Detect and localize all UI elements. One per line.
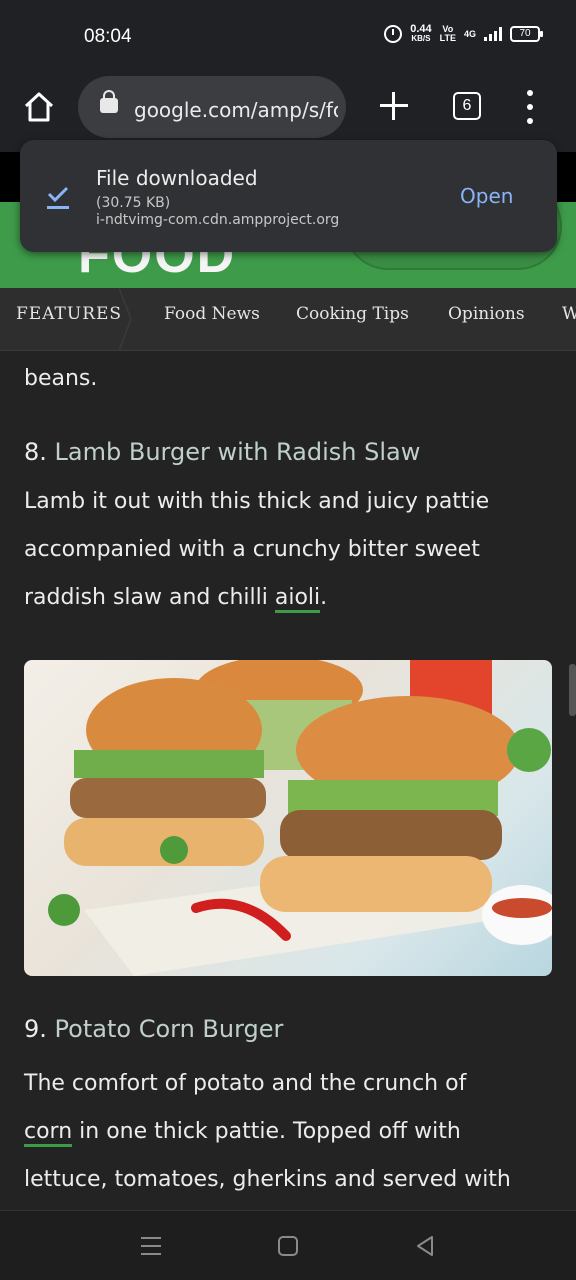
item-9-number: 9. bbox=[24, 1015, 47, 1043]
network-speed-value: 0.44 bbox=[410, 23, 432, 35]
tab-switcher-button[interactable]: 6 bbox=[453, 92, 481, 120]
download-complete-icon bbox=[47, 186, 69, 209]
new-tab-button[interactable] bbox=[378, 90, 410, 122]
article-text-tail: beans. bbox=[24, 366, 98, 391]
lock-icon bbox=[100, 90, 118, 113]
item-8-number: 8. bbox=[24, 438, 47, 466]
corn-link[interactable]: corn bbox=[24, 1119, 73, 1147]
item-9-title: Potato Corn Burger bbox=[54, 1015, 284, 1043]
item-9-description: The comfort of potato and the crunch of … bbox=[24, 1060, 552, 1204]
nav-separator bbox=[118, 288, 132, 351]
status-icons: 0.44 KB/S Vo LTE 4G 70 bbox=[384, 24, 543, 44]
alarm-icon bbox=[384, 25, 403, 43]
item-8-body: Lamb it out with this thick and juicy pa… bbox=[24, 489, 490, 610]
article-body-continued: 9. Potato Corn Burger The comfort of pot… bbox=[24, 1004, 552, 1204]
article-body: beans. 8. Lamb Burger with Radish Slaw L… bbox=[24, 352, 552, 622]
category-nav: FEATURES Food News Cooking Tips Opinions… bbox=[0, 288, 576, 351]
burger-illustration bbox=[48, 660, 552, 976]
home-button[interactable] bbox=[22, 90, 56, 124]
nav-item-cooking-tips[interactable]: Cooking Tips bbox=[296, 304, 409, 324]
network-type: 4G bbox=[463, 29, 476, 39]
back-button[interactable] bbox=[414, 1235, 436, 1257]
item-9-heading: 9. Potato Corn Burger bbox=[24, 1004, 552, 1060]
toast-file-host: i-ndtvimg-com.cdn.ampproject.org bbox=[96, 212, 340, 228]
more-menu-button[interactable] bbox=[522, 90, 538, 124]
network-speed-unit: KB/S bbox=[411, 34, 431, 43]
home-nav-button[interactable] bbox=[278, 1236, 298, 1256]
item-9-line-3: lettuce, tomatoes, gherkins and served w… bbox=[24, 1167, 511, 1192]
volte-bottom: LTE bbox=[439, 33, 456, 43]
aioli-link[interactable]: aioli bbox=[274, 585, 321, 613]
item-8-title: Lamb Burger with Radish Slaw bbox=[54, 438, 421, 466]
volte-indicator: Vo LTE bbox=[440, 25, 456, 43]
signal-icon bbox=[484, 27, 502, 41]
nav-item-opinions[interactable]: Opinions bbox=[448, 304, 525, 324]
recents-button[interactable] bbox=[141, 1237, 161, 1255]
battery-icon: 70 bbox=[510, 26, 543, 42]
toast-title: File downloaded bbox=[96, 166, 258, 190]
page-scrollbar[interactable] bbox=[569, 664, 576, 716]
toast-file-size: (30.75 KB) bbox=[96, 195, 171, 211]
url-text[interactable]: google.com/amp/s/food.ndtv.com bbox=[134, 98, 338, 122]
item-8-body-end: . bbox=[320, 585, 328, 610]
item-8-heading: 8. Lamb Burger with Radish Slaw bbox=[24, 432, 552, 480]
item-9-line-2: corn in one thick pattie. Topped off wit… bbox=[24, 1108, 552, 1156]
item-9-line-2-text: in one thick pattie. Topped off with bbox=[72, 1119, 461, 1144]
network-speed: 0.44 KB/S bbox=[410, 24, 431, 44]
lamb-burger-image bbox=[24, 660, 552, 976]
address-bar[interactable]: google.com/amp/s/food.ndtv.com bbox=[78, 76, 346, 138]
download-toast: File downloaded (30.75 KB) i-ndtvimg-com… bbox=[20, 140, 557, 252]
toast-open-button[interactable]: Open bbox=[460, 184, 513, 208]
status-time: 08:04 bbox=[84, 26, 132, 47]
home-icon bbox=[24, 92, 54, 122]
item-9-line-1: The comfort of potato and the crunch of bbox=[24, 1071, 467, 1096]
item-8-description: Lamb it out with this thick and juicy pa… bbox=[24, 478, 552, 622]
system-nav-bar bbox=[0, 1210, 576, 1280]
nav-item-more[interactable]: W bbox=[562, 304, 576, 324]
nav-item-food-news[interactable]: Food News bbox=[164, 304, 260, 324]
status-bar: 08:04 0.44 KB/S Vo LTE 4G 70 bbox=[0, 0, 576, 72]
nav-item-features[interactable]: FEATURES bbox=[16, 304, 122, 324]
